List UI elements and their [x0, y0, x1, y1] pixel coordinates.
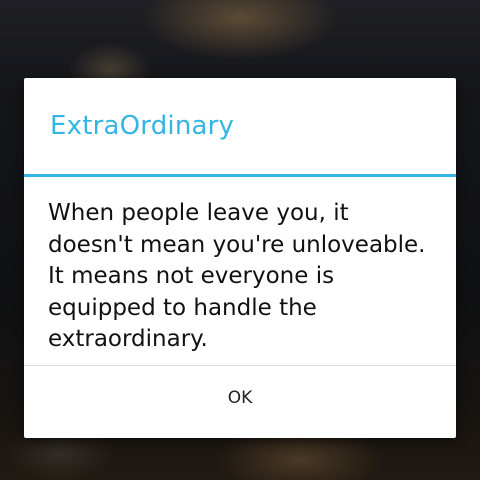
dialog-title: ExtraOrdinary — [50, 111, 235, 141]
ok-button[interactable]: OK — [24, 362, 456, 434]
alert-dialog: ExtraOrdinary When people leave you, it … — [24, 78, 456, 438]
dialog-message: When people leave you, it doesn't mean y… — [48, 200, 426, 352]
title-divider — [24, 174, 456, 177]
